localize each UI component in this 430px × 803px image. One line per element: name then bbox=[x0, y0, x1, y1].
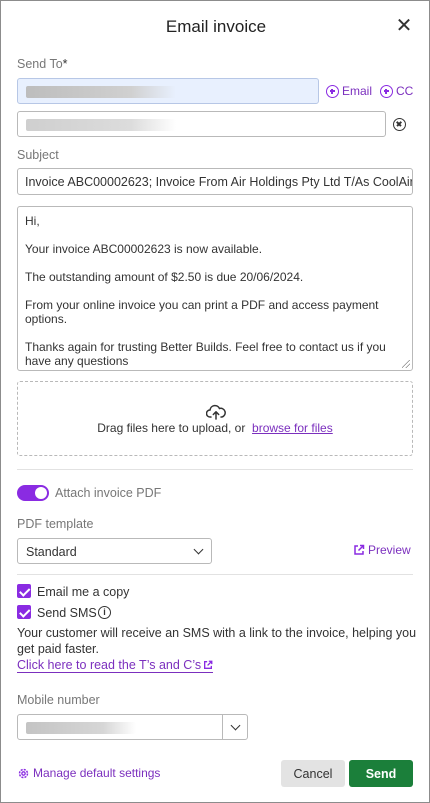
subject-input[interactable]: Invoice ABC00002623; Invoice From Air Ho… bbox=[17, 168, 413, 195]
gear-icon bbox=[18, 768, 29, 778]
mobile-number-input[interactable] bbox=[17, 714, 248, 740]
redacted-mobile bbox=[26, 722, 136, 734]
add-email-button[interactable]: Email bbox=[326, 84, 372, 98]
message-line: Thanks again for trusting Better Builds.… bbox=[25, 340, 386, 368]
message-line: The outstanding amount of $2.50 is due 2… bbox=[25, 270, 304, 284]
plus-circle-icon bbox=[326, 84, 339, 98]
send-to-label: Send To* bbox=[17, 57, 68, 71]
manage-settings-link[interactable]: Manage default settings bbox=[17, 766, 160, 780]
send-to-label-text: Send To bbox=[17, 57, 63, 71]
redacted-cc bbox=[26, 119, 176, 131]
add-cc-label: CC bbox=[396, 84, 414, 98]
resize-handle[interactable] bbox=[402, 360, 410, 368]
cc-input[interactable] bbox=[17, 111, 386, 137]
pdf-template-value: Standard bbox=[26, 545, 77, 559]
send-sms-label: Send SMS bbox=[37, 606, 97, 620]
cloud-upload-icon bbox=[206, 404, 226, 420]
attach-pdf-toggle[interactable] bbox=[17, 485, 49, 501]
send-button[interactable]: Send bbox=[349, 760, 413, 787]
browse-files-link[interactable]: browse for files bbox=[252, 421, 333, 435]
email-copy-checkbox[interactable] bbox=[17, 584, 31, 598]
sms-note: Your customer will receive an SMS with a… bbox=[17, 626, 417, 656]
plus-circle-icon bbox=[380, 84, 393, 98]
message-line: Hi, bbox=[25, 214, 40, 228]
required-mark: * bbox=[62, 57, 68, 71]
add-cc-button[interactable]: CC bbox=[380, 84, 413, 98]
chevron-down-icon[interactable] bbox=[230, 720, 241, 731]
email-invoice-dialog: Email invoice ✕ Send To* Email CC Subjec… bbox=[0, 0, 430, 803]
close-icon[interactable]: ✕ bbox=[395, 16, 413, 36]
drop-text: Drag files here to upload, or bbox=[97, 421, 246, 435]
chevron-down-icon bbox=[193, 544, 204, 555]
pdf-template-label: PDF template bbox=[17, 517, 94, 531]
external-link-icon bbox=[204, 660, 213, 669]
external-link-icon bbox=[354, 544, 365, 555]
divider bbox=[222, 715, 223, 739]
add-email-label: Email bbox=[342, 84, 373, 98]
manage-settings-label: Manage default settings bbox=[33, 766, 161, 780]
remove-cc-icon[interactable] bbox=[393, 118, 406, 131]
divider bbox=[17, 574, 413, 575]
preview-button[interactable]: Preview bbox=[353, 543, 411, 557]
divider bbox=[17, 469, 413, 470]
message-line: From your online invoice you can print a… bbox=[25, 298, 379, 326]
send-to-input[interactable] bbox=[17, 78, 319, 104]
message-textarea[interactable]: Hi, Your invoice ABC00002623 is now avai… bbox=[17, 206, 413, 371]
attach-pdf-label: Attach invoice PDF bbox=[55, 486, 162, 500]
dialog-title: Email invoice bbox=[165, 17, 267, 36]
email-copy-label: Email me a copy bbox=[37, 585, 130, 599]
subject-label: Subject bbox=[17, 148, 59, 162]
drop-instructions: Drag files here to upload, or browse for… bbox=[18, 421, 412, 435]
pdf-template-select[interactable]: Standard bbox=[17, 538, 212, 564]
info-icon[interactable]: i bbox=[98, 606, 111, 619]
cancel-button[interactable]: Cancel bbox=[281, 760, 345, 787]
file-dropzone[interactable]: Drag files here to upload, or browse for… bbox=[17, 381, 413, 456]
preview-label: Preview bbox=[368, 543, 411, 557]
terms-link[interactable]: Click here to read the T’s and C’s bbox=[17, 658, 214, 673]
message-line: Your invoice ABC00002623 is now availabl… bbox=[25, 242, 263, 256]
send-sms-checkbox[interactable] bbox=[17, 605, 31, 619]
redacted-email bbox=[26, 86, 176, 98]
terms-link-text: Click here to read the T’s and C’s bbox=[17, 658, 202, 672]
mobile-number-label: Mobile number bbox=[17, 693, 100, 707]
